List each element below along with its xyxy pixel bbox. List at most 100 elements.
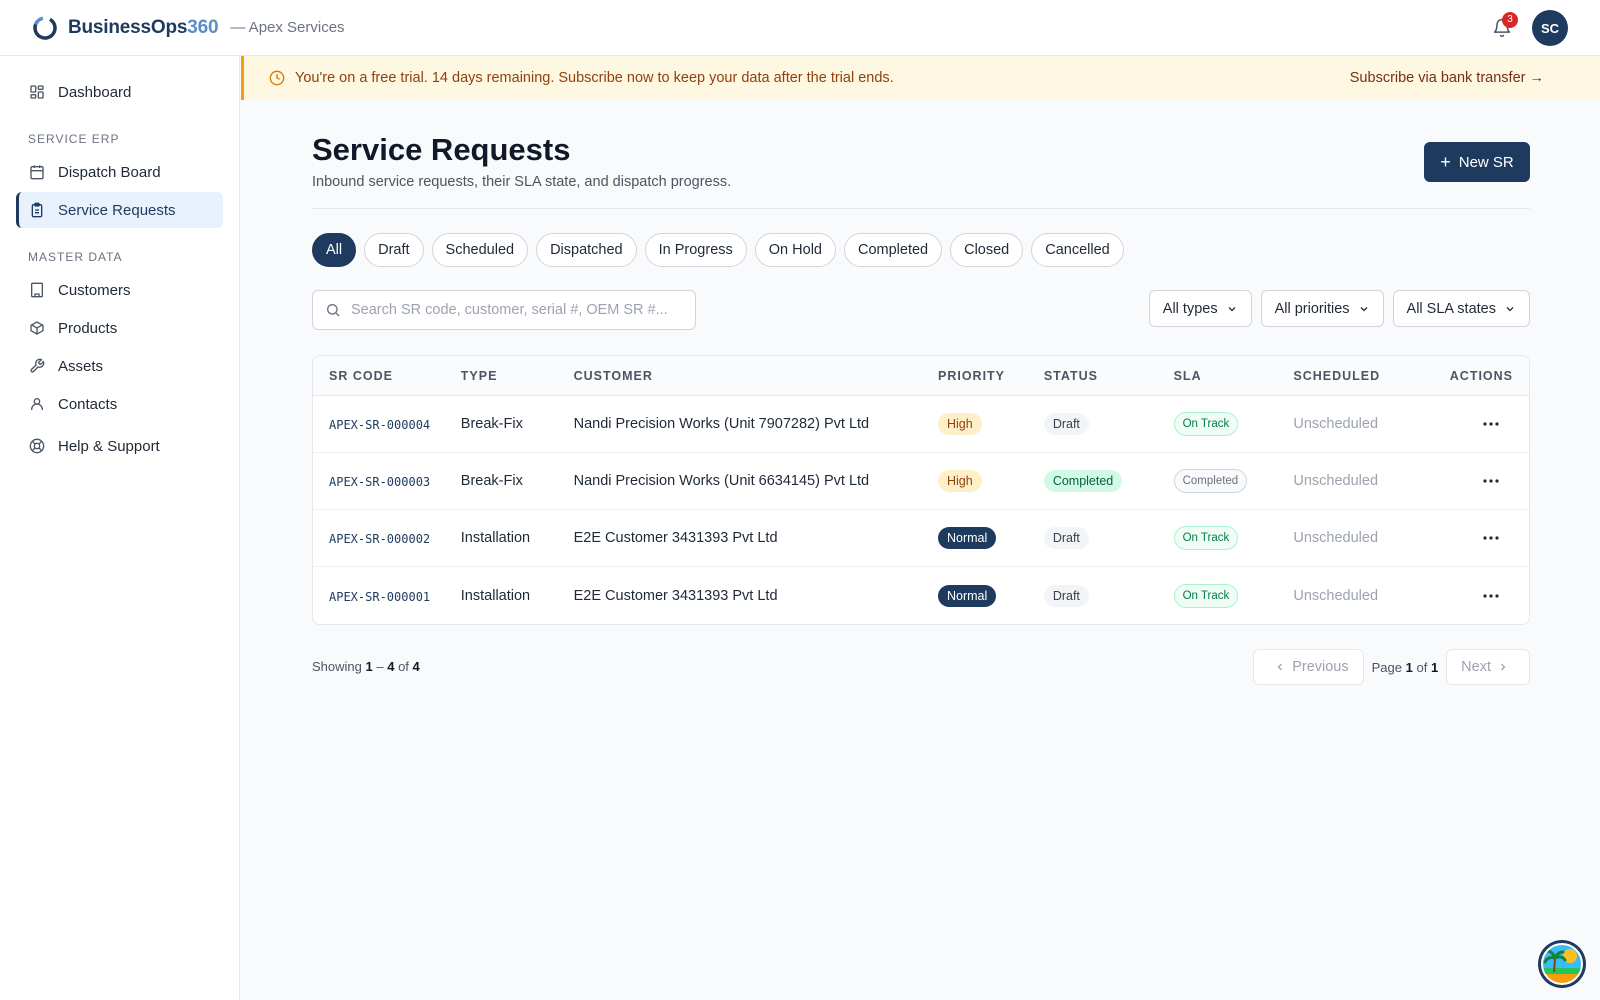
tab-completed[interactable]: Completed (843, 233, 943, 267)
sidebar-item-label: Help & Support (58, 437, 160, 455)
column-header-sla[interactable]: SLA (1174, 369, 1294, 383)
more-horizontal-icon (1483, 536, 1499, 540)
tab-in-progress[interactable]: In Progress (644, 233, 747, 267)
page-label: Page (1371, 659, 1402, 675)
dashboard-icon (28, 83, 46, 101)
sidebar-item-customers[interactable]: Customers (16, 272, 223, 308)
tab-scheduled[interactable]: Scheduled (431, 233, 529, 267)
clipboard-icon (28, 201, 46, 219)
sidebar-item-dispatch-board[interactable]: Dispatch Board (16, 154, 223, 190)
sla-badge: Completed (1173, 469, 1248, 493)
table-row[interactable]: APEX-SR-000003 Break-Fix Nandi Precision… (313, 453, 1529, 510)
sla-filter-dropdown[interactable]: All SLA states (1392, 290, 1530, 327)
sidebar-item-label: Dashboard (58, 83, 132, 101)
sidebar-item-help-support[interactable]: Help & Support (16, 428, 223, 464)
assistant-icon (1541, 943, 1583, 985)
sidebar-item-dashboard[interactable]: Dashboard (16, 74, 223, 110)
showing-dash: – (376, 659, 384, 674)
sr-customer: Nandi Precision Works (Unit 6634145) Pvt… (573, 473, 870, 489)
trial-banner: You're on a free trial. 14 days remainin… (241, 56, 1600, 100)
user-avatar[interactable]: SC (1532, 10, 1568, 46)
priority-filter-label: All priorities (1274, 300, 1350, 317)
sidebar-item-products[interactable]: Products (16, 310, 223, 346)
table-row[interactable]: APEX-SR-000001 Installation E2E Customer… (313, 567, 1529, 624)
sidebar: Dashboard SERVICE ERP Dispatch Board Ser… (0, 56, 240, 1000)
tab-draft[interactable]: Draft (364, 233, 424, 267)
type-filter-dropdown[interactable]: All types (1148, 290, 1252, 327)
tab-closed[interactable]: Closed (950, 233, 1024, 267)
tab-dispatched[interactable]: Dispatched (536, 233, 637, 267)
status-tabs: All Draft Scheduled Dispatched In Progre… (312, 233, 1132, 267)
subscribe-link[interactable]: Subscribe via bank transfer → (1350, 70, 1544, 86)
row-actions-button[interactable] (1477, 584, 1505, 608)
more-horizontal-icon (1483, 593, 1499, 598)
chevron-down-icon (1228, 306, 1236, 311)
column-header-type[interactable]: TYPE (461, 369, 574, 383)
pagination-summary: Showing 1 – 4 of 4 (312, 659, 420, 674)
sidebar-item-service-requests[interactable]: Service Requests (16, 192, 223, 228)
tab-cancelled[interactable]: Cancelled (1031, 233, 1124, 267)
showing-label: Showing (312, 659, 362, 674)
sla-badge: On Track (1173, 583, 1239, 608)
tab-all[interactable]: All (312, 233, 357, 267)
brand-logo-icon (33, 15, 57, 40)
more-horizontal-icon (1483, 422, 1499, 426)
wrench-icon (28, 357, 46, 375)
table-row[interactable]: APEX-SR-000004 Break-Fix Nandi Precision… (313, 396, 1529, 453)
chevron-left-icon (1277, 663, 1283, 671)
search-input[interactable] (351, 302, 681, 318)
row-actions-button[interactable] (1477, 469, 1505, 493)
row-actions-button[interactable] (1477, 412, 1505, 436)
topbar-actions: 3 SC (1488, 10, 1568, 46)
more-horizontal-icon (1483, 479, 1499, 483)
scheduled-value: Unscheduled (1293, 473, 1379, 489)
brand-name-text: BusinessOps (68, 16, 188, 38)
scheduled-value: Unscheduled (1293, 416, 1379, 432)
column-header-status[interactable]: STATUS (1044, 369, 1174, 383)
page-indicator: Page 1 of 1 (1372, 660, 1439, 675)
showing-from: 1 (365, 659, 373, 674)
sla-filter-label: All SLA states (1406, 300, 1496, 317)
sidebar-item-label: Assets (58, 357, 104, 375)
sr-type: Installation (460, 530, 531, 546)
sr-customer: E2E Customer 3431393 Pvt Ltd (573, 530, 778, 546)
sr-code-link[interactable]: APEX-SR-000004 (329, 418, 430, 432)
sr-type: Break-Fix (460, 416, 523, 432)
lifebuoy-icon (28, 437, 46, 455)
trial-banner-text: You're on a free trial. 14 days remainin… (295, 70, 894, 86)
column-header-customer[interactable]: CUSTOMER (574, 369, 938, 383)
sr-type: Break-Fix (460, 473, 523, 489)
column-header-priority[interactable]: PRIORITY (938, 369, 1044, 383)
new-sr-button[interactable]: + New SR (1424, 142, 1530, 182)
status-badge: Draft (1043, 584, 1089, 607)
notification-count-badge: 3 (1502, 12, 1518, 28)
sidebar-item-label: Dispatch Board (58, 163, 161, 181)
column-header-sr-code[interactable]: SR CODE (313, 369, 461, 383)
sr-code-link[interactable]: APEX-SR-000003 (329, 475, 430, 489)
priority-filter-dropdown[interactable]: All priorities (1260, 290, 1384, 327)
top-bar: BusinessOps360 — Apex Services 3 SC (0, 0, 1600, 56)
current-page: 1 (1405, 659, 1413, 675)
previous-page-button[interactable]: Previous (1253, 649, 1364, 685)
page-subtitle: Inbound service requests, their SLA stat… (312, 174, 732, 190)
sidebar-item-contacts[interactable]: Contacts (16, 386, 223, 422)
previous-label: Previous (1292, 659, 1349, 675)
brand[interactable]: BusinessOps360 — Apex Services (32, 15, 345, 41)
column-header-scheduled[interactable]: SCHEDULED (1293, 369, 1433, 383)
brand-number: 360 (187, 16, 219, 38)
sidebar-item-label: Contacts (58, 395, 118, 413)
sr-code-link[interactable]: APEX-SR-000001 (329, 590, 430, 604)
table-row[interactable]: APEX-SR-000002 Installation E2E Customer… (313, 510, 1529, 567)
sidebar-section-service-erp: SERVICE ERP (28, 132, 120, 146)
next-page-button[interactable]: Next (1446, 649, 1530, 685)
chevron-right-icon (1501, 663, 1506, 671)
tab-on-hold[interactable]: On Hold (754, 233, 836, 267)
notifications-button[interactable]: 3 (1488, 12, 1518, 42)
sr-code-link[interactable]: APEX-SR-000002 (329, 532, 430, 546)
assistant-button[interactable] (1538, 940, 1586, 988)
sidebar-item-assets[interactable]: Assets (16, 348, 223, 384)
priority-badge: Normal (937, 584, 997, 607)
row-actions-button[interactable] (1477, 526, 1505, 550)
scheduled-value: Unscheduled (1293, 530, 1379, 546)
column-header-actions: ACTIONS (1449, 368, 1514, 383)
